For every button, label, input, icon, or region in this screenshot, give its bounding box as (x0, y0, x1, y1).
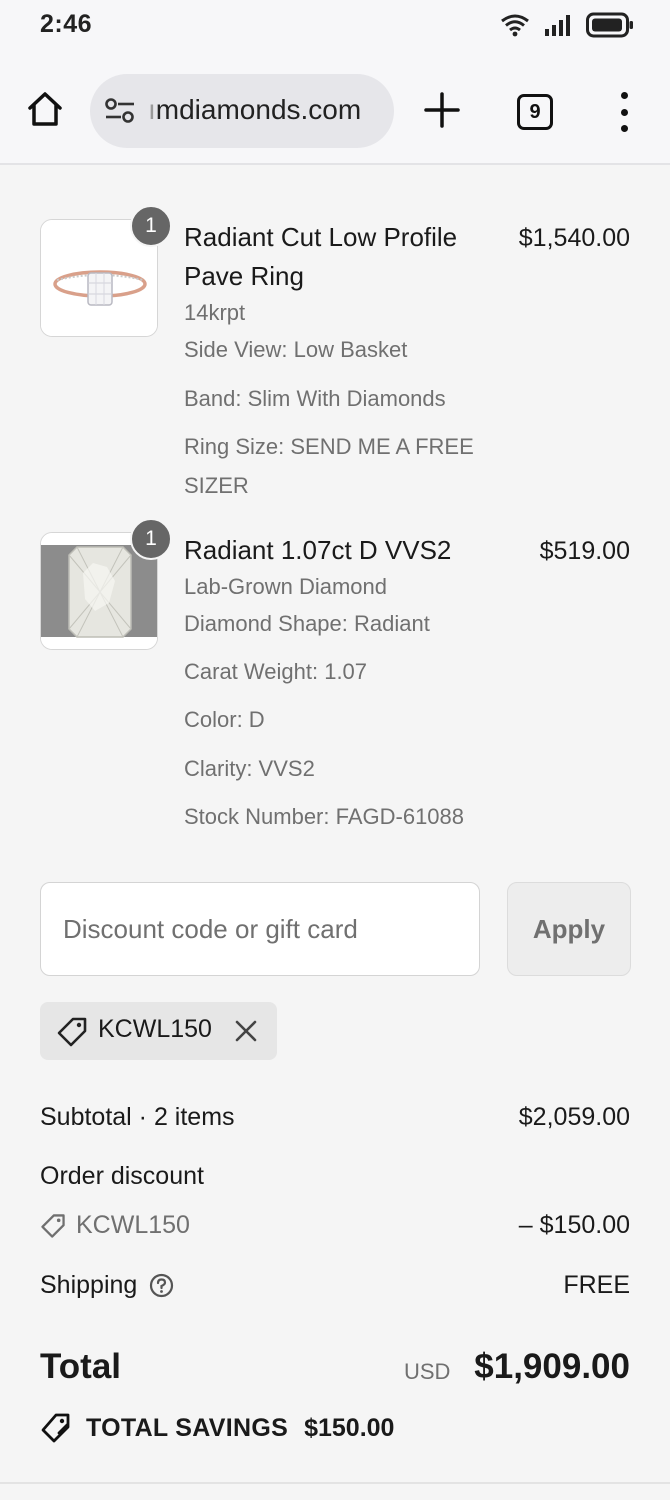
total-savings-row: TOTAL SAVINGS $150.00 (40, 1411, 394, 1445)
order-discount-code: KCWL150 (76, 1211, 190, 1239)
total-value: $1,909.00 (474, 1347, 630, 1386)
overflow-menu-button[interactable] (612, 92, 636, 132)
apply-discount-button[interactable]: Apply (507, 882, 631, 976)
item-option: Ring Size: SEND ME A FREE SIZER (184, 434, 474, 498)
item-price: $519.00 (539, 537, 630, 565)
site-settings-icon[interactable] (104, 96, 136, 126)
menu-dot (620, 108, 628, 116)
item-option: Stock Number: FAGD-61088 (184, 804, 465, 829)
subtotal-label: Subtotal · 2 items (40, 1103, 235, 1131)
total-label: Total (40, 1347, 122, 1386)
discount-code-input[interactable] (41, 883, 479, 975)
wifi-icon (501, 14, 529, 37)
item-name: Radiant 1.07ct D VVS2 (184, 535, 452, 565)
discount-code-field[interactable] (40, 882, 480, 976)
home-button[interactable] (22, 86, 68, 132)
plus-icon (424, 92, 460, 128)
item-option: Band: Slim With Diamonds (184, 386, 446, 411)
url-domain: mdiamonds.com (155, 94, 362, 125)
quantity-badge: 1 (130, 518, 172, 560)
item-option: Side View: Low Basket (184, 337, 408, 362)
home-icon (28, 92, 62, 126)
applied-discount-chip: KCWL150 (40, 1002, 277, 1060)
signal-icon (545, 15, 570, 36)
status-bar: 2:46 (0, 0, 670, 52)
menu-dot (620, 92, 628, 99)
subtotal-value: $2,059.00 (518, 1103, 630, 1131)
order-discount-code-row: KCWL150 (40, 1211, 190, 1240)
shipping-label: Shipping (40, 1271, 138, 1299)
url-truncated-prefix: ı (148, 94, 156, 125)
item-option: Clarity: VVS2 (184, 756, 315, 781)
shipping-row: Shipping (40, 1271, 174, 1300)
new-tab-button[interactable] (420, 88, 464, 132)
remove-discount-icon[interactable] (234, 1019, 258, 1043)
menu-dot (620, 125, 628, 132)
total-savings-label: TOTAL SAVINGS (86, 1413, 289, 1442)
item-option: Diamond Shape: Radiant (184, 611, 430, 636)
help-icon[interactable] (149, 1273, 174, 1298)
savings-tag-icon (41, 1413, 70, 1443)
order-discount-label: Order discount (40, 1162, 204, 1190)
shipping-value: FREE (563, 1271, 630, 1299)
quantity-badge: 1 (130, 205, 172, 247)
status-icons (500, 12, 634, 38)
total-currency: USD (404, 1359, 451, 1384)
item-option: Color: D (184, 707, 265, 732)
order-discount-value: – $150.00 (518, 1211, 630, 1239)
item-option: Lab-Grown Diamond (184, 574, 387, 599)
tab-switcher-button[interactable]: 9 (517, 94, 553, 130)
divider (0, 1482, 670, 1484)
item-name: Radiant Cut Low Profile Pave Ring (184, 222, 458, 291)
item-option: Carat Weight: 1.07 (184, 659, 368, 684)
address-bar[interactable]: ımdiamonds.com (90, 74, 394, 148)
url-text[interactable]: ımdiamonds.com (148, 94, 384, 126)
battery-icon (586, 12, 633, 38)
item-price: $1,540.00 (518, 224, 630, 252)
item-option: 14krpt (184, 300, 246, 325)
tag-icon (57, 1017, 87, 1047)
tag-icon (41, 1213, 65, 1238)
total-savings-value: $150.00 (304, 1413, 395, 1442)
browser-toolbar: ımdiamonds.com 9 (0, 52, 670, 165)
status-time: 2:46 (40, 10, 93, 38)
applied-code-label: KCWL150 (98, 1015, 212, 1043)
